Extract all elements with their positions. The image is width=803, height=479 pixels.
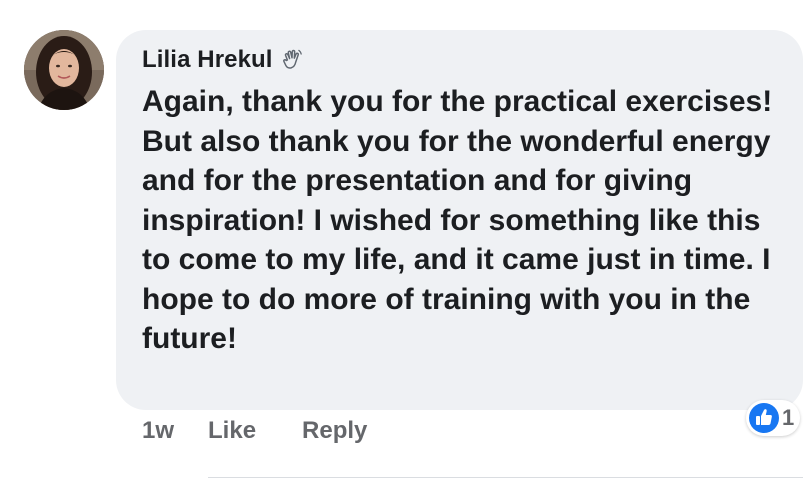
- comment-text: Again, thank you for the practical exerc…: [142, 85, 773, 355]
- divider: [208, 477, 803, 478]
- timestamp[interactable]: 1w: [142, 417, 174, 445]
- comment-bubble: Lilia Hrekul Again, thank you for the pr…: [116, 30, 803, 410]
- reply-button[interactable]: Reply: [302, 417, 367, 445]
- reaction-summary[interactable]: 1: [746, 400, 801, 436]
- avatar-image: [24, 30, 104, 110]
- comment-actions: 1w Like Reply: [142, 414, 367, 448]
- thumbs-up-icon: [748, 402, 780, 434]
- avatar[interactable]: [24, 30, 104, 110]
- author-row: Lilia Hrekul: [142, 44, 779, 76]
- reaction-count: 1: [782, 405, 795, 430]
- author-name[interactable]: Lilia Hrekul: [142, 46, 273, 74]
- wave-hand-icon: [281, 49, 303, 71]
- like-button[interactable]: Like: [208, 417, 256, 445]
